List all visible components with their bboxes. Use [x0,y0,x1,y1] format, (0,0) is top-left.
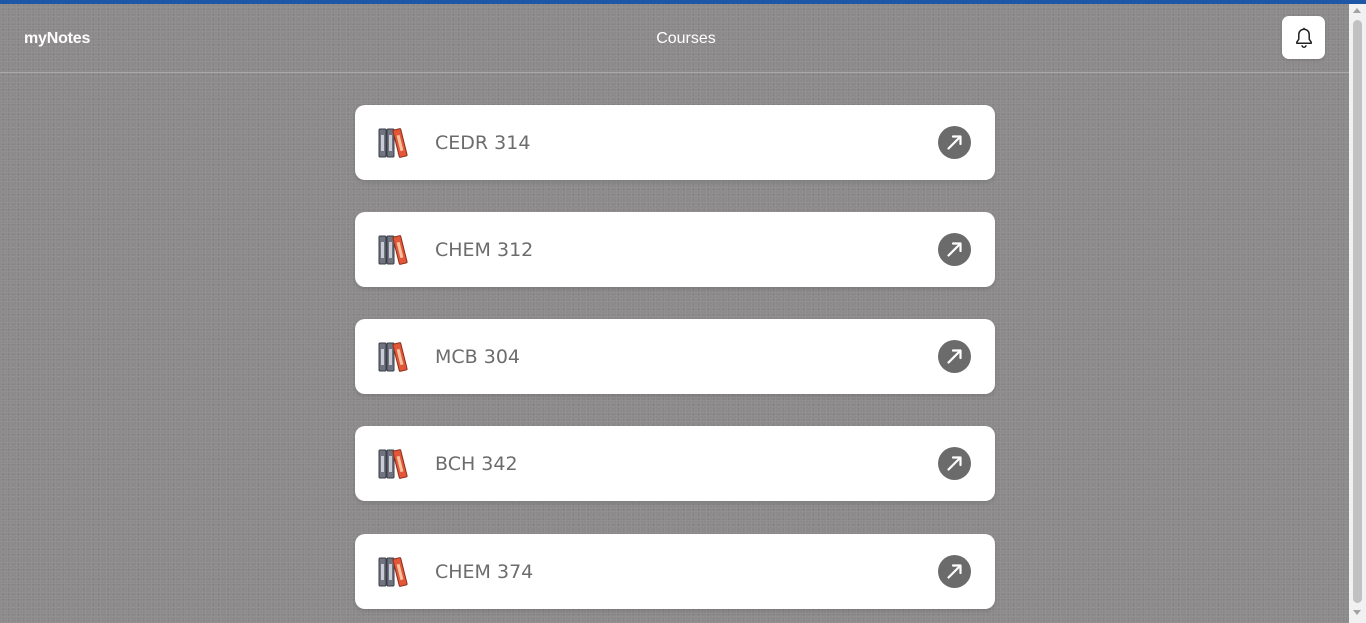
course-name: CHEM 312 [435,239,534,261]
course-card-mcb-304[interactable]: MCB 304 [355,319,995,394]
course-card-chem-374[interactable]: CHEM 374 [355,534,995,609]
arrow-up-right-icon [947,564,962,579]
course-card-cedr-314[interactable]: CEDR 314 [355,105,995,180]
arrow-up-right-icon [947,242,962,257]
books-icon [378,235,408,265]
app-header: myNotes Courses [0,4,1349,73]
open-course-button[interactable] [938,233,971,266]
course-name: CEDR 314 [435,132,531,154]
course-card-bch-342[interactable]: BCH 342 [355,426,995,501]
arrow-up-right-icon [947,135,962,150]
arrow-up-right-icon [947,456,962,471]
course-name: CHEM 374 [435,561,534,583]
scroll-down-arrow-icon[interactable] [1353,610,1361,615]
course-name: MCB 304 [435,346,520,368]
vertical-scrollbar[interactable] [1349,4,1366,623]
open-course-button[interactable] [938,555,971,588]
page-title: Courses [656,30,716,47]
open-course-button[interactable] [938,340,971,373]
course-name: BCH 342 [435,453,518,475]
arrow-up-right-icon [947,349,962,364]
notifications-button[interactable] [1282,16,1325,59]
books-icon [378,342,408,372]
open-course-button[interactable] [938,447,971,480]
bell-icon [1295,27,1312,48]
open-course-button[interactable] [938,126,971,159]
course-card-chem-312[interactable]: CHEM 312 [355,212,995,287]
books-icon [378,557,408,587]
books-icon [378,449,408,479]
books-icon [378,128,408,158]
scroll-up-arrow-icon[interactable] [1353,8,1361,13]
scrollbar-thumb[interactable] [1353,20,1362,603]
